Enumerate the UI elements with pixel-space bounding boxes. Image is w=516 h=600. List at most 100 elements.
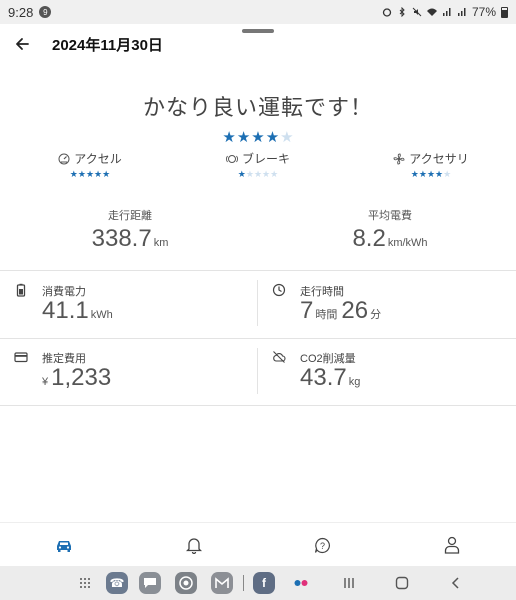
vertical-divider xyxy=(257,348,258,394)
star-filled-icon: ★ xyxy=(418,169,427,179)
overall-rating: かなり良い運転です！ ★ ★ ★ ★ ★ xyxy=(0,90,516,145)
star-filled-icon: ★ xyxy=(94,169,103,179)
battery-percent: 77% xyxy=(471,5,496,19)
back-button[interactable] xyxy=(2,30,42,58)
star-filled-icon: ★ xyxy=(435,169,444,179)
time-cell: 走行時間 7 時間 26 分 xyxy=(272,283,502,327)
wifi-icon xyxy=(426,8,437,16)
gmail-app-icon[interactable] xyxy=(211,572,233,594)
category-brake: ブレーキ ★ ★ ★ ★ ★ xyxy=(218,150,298,179)
divider xyxy=(0,338,516,339)
nav-profile[interactable] xyxy=(442,535,462,555)
time-hours-unit: 時間 xyxy=(315,309,338,321)
cloud-off-icon xyxy=(273,351,286,363)
star-empty-icon: ★ xyxy=(443,169,452,179)
dock-separator xyxy=(243,575,244,591)
co2-value: 43.7 xyxy=(300,364,347,391)
energy-cell: 消費電力 41.1 kWh xyxy=(14,283,244,327)
co2-cell: CO2削減量 43.7 kg xyxy=(272,350,502,394)
app-drawer-icon[interactable] xyxy=(76,574,94,592)
star-filled-icon: ★ xyxy=(85,169,95,179)
star-filled-icon: ★ xyxy=(236,129,251,146)
category-label: ブレーキ xyxy=(241,152,290,166)
star-filled-icon: ★ xyxy=(237,169,246,179)
cost-cell: 推定費用 ¥1,233 xyxy=(14,350,244,394)
car-icon xyxy=(57,541,71,552)
system-nav-bar: ☎ f xyxy=(0,566,516,600)
cost-currency: ¥ xyxy=(42,376,49,388)
category-label: アクセサリ xyxy=(409,152,469,166)
star-filled-icon: ★ xyxy=(251,129,265,146)
efficiency-metric: 平均電費 8.2 km/kWh xyxy=(320,207,460,253)
divider xyxy=(0,405,516,406)
alarm-icon xyxy=(382,8,392,17)
system-back-button[interactable] xyxy=(447,574,465,592)
energy-unit: kWh xyxy=(90,309,113,321)
category-accessories: アクセサリ ★ ★ ★ ★ ★ xyxy=(386,150,476,179)
cost-value: 1,233 xyxy=(51,364,112,391)
star-empty-icon: ★ xyxy=(245,169,254,179)
energy-value: 41.1 xyxy=(42,297,89,324)
star-empty-icon: ★ xyxy=(262,169,271,179)
nav-car[interactable] xyxy=(54,535,74,555)
help-icon: ? xyxy=(314,537,330,553)
distance-label: 走行距離 xyxy=(108,210,152,222)
distance-unit: km xyxy=(153,237,169,249)
co2-unit: kg xyxy=(348,376,361,388)
notification-badge: 9 xyxy=(39,6,52,18)
star-filled-icon: ★ xyxy=(102,169,111,179)
facebook-app-icon[interactable]: f xyxy=(253,572,275,594)
gauge-icon xyxy=(58,153,70,164)
star-filled-icon: ★ xyxy=(222,129,236,146)
star-empty-icon: ★ xyxy=(253,169,263,179)
star-filled-icon: ★ xyxy=(77,169,86,179)
brake-icon xyxy=(225,154,238,163)
overall-stars: ★ ★ ★ ★ ★ xyxy=(0,130,516,145)
nav-help[interactable]: ? xyxy=(312,535,332,555)
fan-icon xyxy=(393,153,405,164)
phone-app-icon[interactable]: ☎ xyxy=(106,572,128,594)
efficiency-unit: km/kWh xyxy=(387,237,428,249)
signal-icon-2 xyxy=(457,8,466,16)
chrome-app-icon[interactable] xyxy=(175,572,197,594)
bluetooth-icon xyxy=(399,7,405,17)
mute-icon xyxy=(412,7,422,17)
signal-icon xyxy=(442,8,451,16)
category-ratings: アクセル ★ ★ ★ ★ ★ ブレーキ ★ ★ ★ ★ ★ アクセサリ ★ ★ ★ ★ ★ xyxy=(0,150,516,190)
person-icon xyxy=(444,536,460,554)
category-stars: ★ ★ ★ ★ ★ xyxy=(218,170,298,179)
flickr-app-icon[interactable] xyxy=(292,574,310,592)
distance-metric: 走行距離 338.7 km xyxy=(60,207,200,253)
star-empty-icon: ★ xyxy=(280,129,294,146)
time-minutes-unit: 分 xyxy=(370,309,382,321)
battery-status-icon xyxy=(501,6,508,18)
time-minutes: 26 xyxy=(341,297,369,324)
arrow-left-icon xyxy=(16,38,29,50)
star-filled-icon: ★ xyxy=(69,169,78,179)
home-button[interactable] xyxy=(393,574,411,592)
category-label: アクセル xyxy=(74,152,122,166)
recent-apps-button[interactable] xyxy=(340,574,358,592)
card-icon xyxy=(14,352,28,363)
svg-text:?: ? xyxy=(319,541,324,551)
divider xyxy=(0,270,516,271)
star-filled-icon: ★ xyxy=(426,169,436,179)
distance-value: 338.7 xyxy=(91,225,152,252)
vertical-divider xyxy=(257,280,258,326)
battery-icon xyxy=(16,283,26,297)
category-accelerator: アクセル ★ ★ ★ ★ ★ xyxy=(50,150,130,179)
efficiency-value: 8.2 xyxy=(352,225,386,252)
rating-headline: かなり良い運転です！ xyxy=(142,95,373,120)
efficiency-label: 平均電費 xyxy=(368,210,412,222)
star-filled-icon: ★ xyxy=(410,169,419,179)
app-header: 2024年11月30日 xyxy=(0,30,516,58)
nav-notifications[interactable] xyxy=(184,535,204,555)
messages-app-icon[interactable] xyxy=(139,572,161,594)
status-bar: 9:28 9 77% xyxy=(0,0,516,24)
page-title: 2024年11月30日 xyxy=(52,36,163,54)
category-stars: ★ ★ ★ ★ ★ xyxy=(386,170,476,179)
category-stars: ★ ★ ★ ★ ★ xyxy=(50,170,130,179)
bottom-navigation: ? xyxy=(0,522,516,566)
bell-icon xyxy=(186,538,202,554)
star-empty-icon: ★ xyxy=(270,169,279,179)
